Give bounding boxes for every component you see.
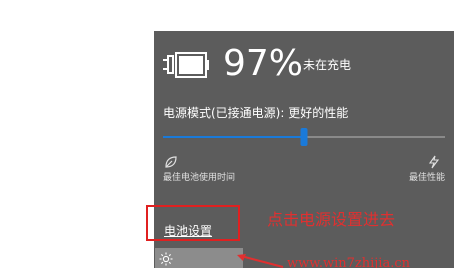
lightning-bolt-icon xyxy=(428,155,440,169)
annotation-arrow-icon xyxy=(237,254,284,268)
slider-min-label: 最佳电池使用时间 xyxy=(163,173,236,183)
brightness-icon xyxy=(159,252,173,266)
power-mode-label: 电源模式(已接通电源): 更好的性能 xyxy=(163,106,349,120)
battery-percentage: 97% xyxy=(223,43,304,84)
slider-track-filled xyxy=(163,136,304,138)
screenshot: 97% 未在充电 电源模式(已接通电源): 更好的性能 最佳电池使用时间 最佳性… xyxy=(0,0,475,268)
slider-track xyxy=(304,136,445,138)
brightness-quick-tile[interactable] xyxy=(155,248,243,268)
charging-status: 未在充电 xyxy=(303,58,352,72)
battery-icon xyxy=(163,52,209,78)
annotation-highlight-box xyxy=(146,205,240,241)
slider-max-label: 最佳性能 xyxy=(408,173,445,183)
annotation-text: 点击电源设置进去 xyxy=(267,210,396,229)
leaf-icon xyxy=(165,156,177,168)
slider-thumb[interactable] xyxy=(300,128,308,146)
watermark-text: www.win7zhijia.cn xyxy=(287,256,411,268)
power-mode-slider[interactable] xyxy=(163,127,445,147)
